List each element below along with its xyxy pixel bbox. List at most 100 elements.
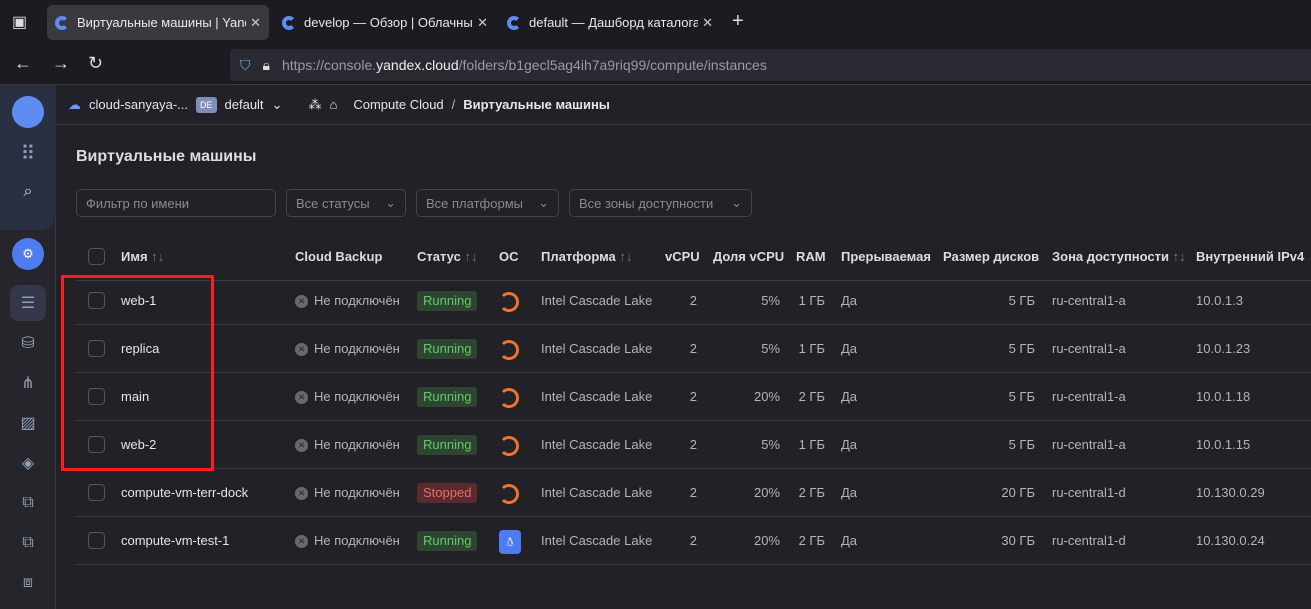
tab-label: Виртуальные машины | Yandex Cloud <box>77 15 246 30</box>
address-bar[interactable]: ⛉ 🔒︎ https://console. yandex.cloud/folder… <box>230 49 1311 81</box>
instance-groups-icon[interactable]: ⧉ <box>10 485 46 521</box>
row-checkbox[interactable] <box>88 532 105 549</box>
vm-name-link[interactable]: compute-vm-test-1 <box>121 533 229 548</box>
table-row[interactable]: main ✕ Не подключён Running Intel Cascade La… <box>76 373 1311 421</box>
zone-select[interactable]: Все зоны доступности ⌄ <box>569 189 752 217</box>
column-header: Прерываемая <box>841 233 931 281</box>
not-connected-icon: ✕ <box>295 535 308 549</box>
tab-default[interactable]: default — Дашборд каталога | Yandex Clou… <box>499 5 721 40</box>
status-select[interactable]: Все статусы ⌄ <box>286 189 406 217</box>
table-row[interactable]: web-1 ✕ Не подключён Running Intel Cascade L… <box>76 277 1311 325</box>
cell-ram-wrap: 1 ГБ <box>796 421 825 469</box>
column-header[interactable]: Имя ↑↓ <box>121 233 164 281</box>
disks-icon[interactable]: ⛁ <box>10 325 46 361</box>
sort-icon[interactable]: ↑↓ <box>464 249 477 264</box>
tab-develop[interactable]: develop — Обзор | Облачные сети ✕ <box>274 5 496 40</box>
breadcrumb-cloud[interactable]: cloud-sanyaya-... <box>89 97 188 112</box>
cell-zone: ru-central1-a <box>1052 437 1126 452</box>
status-badge: Running <box>417 339 478 359</box>
column-header[interactable]: Зона доступности ↑↓ <box>1052 233 1186 281</box>
cell-vcpu-wrap: 2 <box>665 421 697 469</box>
back-icon[interactable]: ← <box>14 53 32 74</box>
platform-select[interactable]: Все платформы ⌄ <box>416 189 559 217</box>
cell-name-wrap: compute-vm-test-1 <box>121 517 229 565</box>
column-header: Доля vCPU <box>713 233 784 281</box>
cell-ip-wrap: 10.130.0.29 <box>1196 469 1265 517</box>
cell-vcpu-wrap: 2 <box>665 373 697 421</box>
chevron-down-icon[interactable]: ⌄ <box>272 97 283 113</box>
image-icon[interactable]: ▨ <box>10 405 46 441</box>
close-icon[interactable]: ✕ <box>477 15 488 31</box>
cell-ram: 2 ГБ <box>798 389 825 404</box>
compute-cloud-icon[interactable]: ⚙ <box>12 238 44 270</box>
close-icon[interactable]: ✕ <box>250 15 261 31</box>
table-row[interactable]: compute-vm-test-1 ✕ Не подключён Running 🐧︎ I… <box>76 517 1311 565</box>
snapshots-icon[interactable]: ⧈ <box>10 565 46 601</box>
forward-icon[interactable]: → <box>52 53 70 74</box>
backup-status: Не подключён <box>314 293 400 308</box>
placement-groups-icon[interactable]: ⧉ <box>10 525 46 561</box>
cell-platform: Intel Cascade Lake <box>541 437 653 452</box>
sort-icon[interactable]: ↑↓ <box>619 249 632 264</box>
close-icon[interactable]: ✕ <box>702 15 713 31</box>
cell-preempt: Да <box>841 341 858 356</box>
sort-icon[interactable]: ↑↓ <box>1173 249 1186 264</box>
not-connected-icon: ✕ <box>295 343 308 357</box>
column-header[interactable]: Платформа ↑↓ <box>541 233 632 281</box>
column-header: ОС <box>499 233 519 281</box>
cell-disk-wrap: 5 ГБ <box>943 373 1035 421</box>
cell-disk: 5 ГБ <box>1008 341 1035 356</box>
search-icon[interactable]: ⌕ <box>10 174 46 210</box>
cell-zone-wrap: ru-central1-d <box>1052 517 1126 565</box>
yc-favicon-icon <box>55 15 69 30</box>
table-row[interactable]: compute-vm-terr-dock ✕ Не подключён Stopped… <box>76 469 1311 517</box>
cell-os-wrap <box>499 421 519 469</box>
cell-share: 5% <box>761 293 780 308</box>
reload-icon[interactable]: ↻ <box>88 53 103 74</box>
cell-vcpu-wrap: 2 <box>665 469 697 517</box>
select-all-checkbox[interactable] <box>88 248 105 265</box>
yc-favicon-icon <box>507 15 521 30</box>
cell-preempt-wrap: Да <box>841 421 857 469</box>
layers-icon[interactable]: ◈ <box>10 445 46 481</box>
status-badge: Running <box>417 387 478 407</box>
table-row[interactable]: web-2 ✕ Не подключён Running Intel Cascade L… <box>76 421 1311 469</box>
column-header-label: Внутренний IPv4 <box>1196 249 1305 264</box>
breadcrumb-service[interactable]: Compute Cloud <box>353 97 443 112</box>
cell-platform: Intel Cascade Lake <box>541 341 653 356</box>
sort-icon[interactable]: ↑↓ <box>151 249 164 264</box>
cell-share: 5% <box>761 437 780 452</box>
cloud-icon: ☁ <box>68 96 81 112</box>
cell-ram: 1 ГБ <box>798 341 825 356</box>
name-filter-input[interactable]: Фильтр по имени <box>76 189 276 217</box>
cell-ip: 10.0.1.23 <box>1196 341 1251 356</box>
vm-name-link[interactable]: compute-vm-terr-dock <box>121 485 248 500</box>
table-row[interactable]: replica ✕ Не подключён Running Intel Cascade… <box>76 325 1311 373</box>
cell-status-wrap: Running <box>417 277 478 325</box>
not-connected-icon: ✕ <box>295 439 308 453</box>
cell-disk-wrap: 5 ГБ <box>943 421 1035 469</box>
cell-os-wrap <box>499 277 519 325</box>
apps-grid-icon[interactable]: ⠿ <box>10 135 46 171</box>
tab-vms[interactable]: Виртуальные машины | Yandex Cloud ✕ <box>47 5 269 40</box>
yandex-cloud-logo[interactable] <box>12 96 44 128</box>
row-checkbox[interactable] <box>88 484 105 501</box>
breadcrumb: ☁ cloud-sanyaya-... DE default ⌄ ⁂ ⌂ Com… <box>56 85 1311 125</box>
tab-list-icon[interactable]: ▣ <box>12 12 27 32</box>
cell-backup-wrap: ✕ Не подключён <box>295 421 400 469</box>
cell-backup-wrap: ✕ Не подключён <box>295 517 400 565</box>
cell-status-wrap: Running <box>417 373 478 421</box>
vm-servers-icon[interactable]: ☰ <box>10 285 46 321</box>
cell-preempt-wrap: Да <box>841 373 857 421</box>
home-icon[interactable]: ⌂ <box>329 97 337 112</box>
column-header-label: Доля vCPU <box>713 249 785 264</box>
tab-label: default — Дашборд каталога | Yandex Clou… <box>529 15 699 30</box>
new-tab-icon[interactable]: + <box>732 10 744 33</box>
breadcrumb-folder[interactable]: default <box>225 97 264 112</box>
services-icon[interactable]: ⁂ <box>308 97 321 113</box>
yc-favicon-icon <box>282 15 296 30</box>
browser-nav-bar: ← → ↻ ⛉ 🔒︎ https://console. yandex.cloud /… <box>0 45 1311 85</box>
column-header[interactable]: Статус ↑↓ <box>417 233 477 281</box>
share-network-icon[interactable]: ⋔ <box>10 365 46 401</box>
ubuntu-icon <box>499 435 519 456</box>
